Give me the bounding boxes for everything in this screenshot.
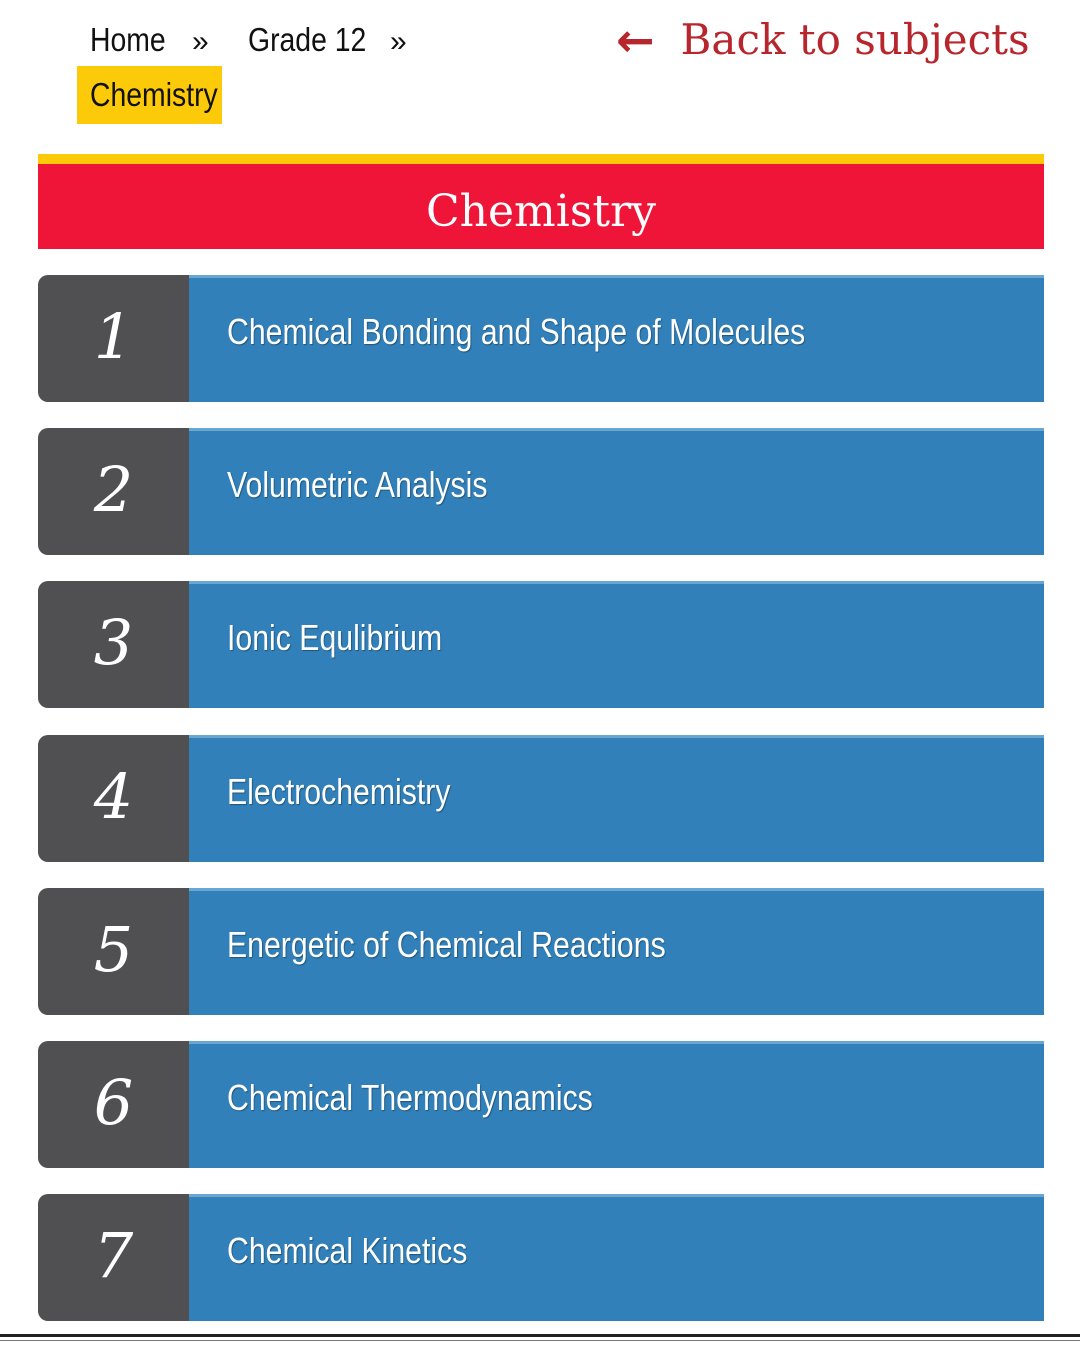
subject-title-bar: Chemistry [38, 154, 1044, 249]
chapter-title: Electrochemistry [227, 771, 451, 812]
chapter-item-7[interactable]: 7 Chemical Kinetics [38, 1194, 1044, 1321]
chapter-title: Volumetric Analysis [227, 464, 488, 505]
chapter-title: Ionic Equlibrium [227, 617, 443, 658]
chapter-title-box: Chemical Thermodynamics [189, 1041, 1044, 1168]
chapter-item-6[interactable]: 6 Chemical Thermodynamics [38, 1041, 1044, 1168]
chapter-number-box: 6 [38, 1041, 189, 1168]
chapter-number: 1 [93, 300, 134, 373]
chapter-number: 2 [93, 453, 134, 526]
breadcrumb-separator: » [192, 25, 209, 58]
chapter-title-box: Ionic Equlibrium [189, 581, 1044, 708]
chapter-number: 3 [93, 606, 134, 679]
breadcrumb-home-link[interactable]: Home [90, 20, 166, 60]
chapter-number: 6 [93, 1066, 134, 1139]
breadcrumb-current: Chemistry [77, 66, 222, 124]
chapter-title: Chemical Kinetics [227, 1230, 468, 1271]
chapter-item-2[interactable]: 2 Volumetric Analysis [38, 428, 1044, 555]
bottom-divider [0, 1340, 1080, 1341]
chapter-title: Chemical Thermodynamics [227, 1077, 593, 1118]
chapter-title-box: Energetic of Chemical Reactions [189, 888, 1044, 1015]
chapter-number: 7 [93, 1219, 134, 1292]
page-title: Chemistry [426, 186, 656, 237]
chapter-number: 5 [93, 913, 134, 986]
chapter-title-box: Chemical Bonding and Shape of Molecules [189, 275, 1044, 402]
chapter-number-box: 4 [38, 735, 189, 862]
breadcrumb-current-label: Chemistry [90, 76, 218, 113]
chapter-title-box: Chemical Kinetics [189, 1194, 1044, 1321]
chapter-item-4[interactable]: 4 Electrochemistry [38, 735, 1044, 862]
back-to-subjects-link[interactable]: ← Back to subjects [616, 10, 1030, 70]
chapter-item-1[interactable]: 1 Chemical Bonding and Shape of Molecule… [38, 275, 1044, 402]
chapter-title: Energetic of Chemical Reactions [227, 924, 666, 965]
chapter-item-5[interactable]: 5 Energetic of Chemical Reactions [38, 888, 1044, 1015]
chapter-number-box: 5 [38, 888, 189, 1015]
arrow-left-icon: ← [616, 13, 655, 67]
chapter-title-box: Electrochemistry [189, 735, 1044, 862]
chapter-number-box: 2 [38, 428, 189, 555]
chapter-number: 4 [93, 760, 134, 833]
chapter-number-box: 3 [38, 581, 189, 708]
breadcrumb-grade-link[interactable]: Grade 12 [248, 20, 366, 60]
chapter-number-box: 7 [38, 1194, 189, 1321]
chapter-title-box: Volumetric Analysis [189, 428, 1044, 555]
breadcrumb-separator: » [390, 25, 407, 58]
chapter-title: Chemical Bonding and Shape of Molecules [227, 311, 806, 352]
chapter-item-3[interactable]: 3 Ionic Equlibrium [38, 581, 1044, 708]
chapter-number-box: 1 [38, 275, 189, 402]
bottom-divider [0, 1334, 1080, 1337]
back-to-subjects-label: Back to subjects [680, 15, 1030, 64]
